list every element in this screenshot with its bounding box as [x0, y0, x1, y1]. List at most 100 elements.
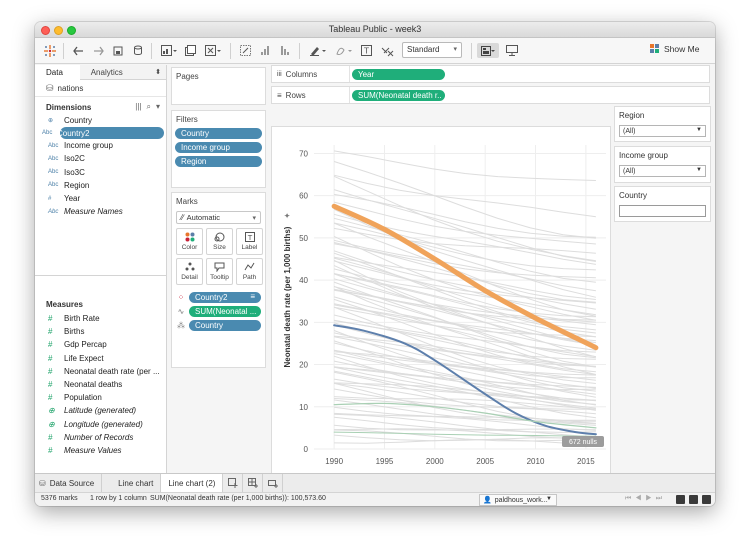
data-source-tab[interactable]: ⛁ Data Source: [35, 474, 103, 492]
columns-pill-year[interactable]: Year: [352, 68, 445, 80]
show-tabs-icon[interactable]: [702, 495, 711, 504]
title-bar: Tableau Public - week3: [35, 22, 715, 38]
rows-pill-neonatal[interactable]: SUM(Neonatal death r..: [352, 89, 445, 101]
filters-card[interactable]: Filters Country Income group Region: [171, 110, 266, 188]
new-worksheet-icon[interactable]: [159, 43, 179, 58]
filter-pill-country[interactable]: Country: [175, 128, 262, 139]
clear-sheet-icon[interactable]: [203, 43, 223, 58]
view-toggle-icon[interactable]: |||: [135, 102, 141, 112]
measure-field[interactable]: # Neonatal death rate (per ...: [35, 365, 166, 378]
swap-rows-columns-icon[interactable]: [238, 43, 252, 58]
sort-ascending-icon[interactable]: [258, 43, 272, 58]
filter-pill-income-group[interactable]: Income group: [175, 142, 262, 153]
show-sheet-sorter-icon[interactable]: [676, 495, 685, 504]
marks-count: 5376 marks: [41, 495, 78, 502]
rows-shelf[interactable]: ≡ Rows SUM(Neonatal death r..: [271, 86, 710, 104]
sheet-navigation-arrows[interactable]: ⏮◀▶⏭: [625, 495, 666, 503]
dimension-field[interactable]: Abc Country2: [42, 127, 164, 140]
search-icon[interactable]: ⌕: [147, 102, 151, 112]
measure-field[interactable]: ⊕ Longitude (generated): [35, 418, 166, 431]
presentation-cards-icon[interactable]: [477, 43, 499, 58]
measure-field[interactable]: # Births: [35, 325, 166, 338]
presentation-mode-icon[interactable]: [505, 43, 519, 58]
background-series-line[interactable]: [334, 150, 596, 181]
sheet-tab-active[interactable]: Line chart (2): [161, 474, 224, 492]
abc-icon: Abc: [48, 169, 59, 176]
measure-field-label: Latitude (generated): [64, 406, 137, 416]
measure-field[interactable]: # Number of Records: [35, 431, 166, 444]
new-story-icon[interactable]: [263, 474, 284, 492]
save-icon[interactable]: [111, 43, 125, 58]
dimensions-title: Dimensions: [46, 102, 92, 112]
chevron-down-icon: ▾: [252, 215, 256, 222]
measure-field[interactable]: # Population: [35, 391, 166, 404]
redo-icon[interactable]: [91, 43, 105, 58]
tooltip-label: Tooltip: [210, 274, 229, 281]
svg-text:T: T: [363, 47, 369, 56]
new-data-source-icon[interactable]: [131, 43, 145, 58]
tableau-logo-icon[interactable]: [43, 43, 57, 58]
country-filter-input[interactable]: [619, 205, 706, 217]
tab-analytics[interactable]: Analytics ⬍: [80, 65, 166, 80]
show-mark-labels-icon[interactable]: T: [359, 43, 373, 58]
fix-axes-icon[interactable]: [379, 43, 395, 58]
dimension-field[interactable]: Abc Income group: [35, 139, 166, 152]
undo-icon[interactable]: [71, 43, 85, 58]
mark-pill-sum-neonatal[interactable]: SUM(Neonatal ...: [189, 305, 261, 317]
duplicate-sheet-icon[interactable]: [183, 43, 197, 58]
dimension-field[interactable]: Abc Region: [35, 179, 166, 192]
show-filmstrip-icon[interactable]: [689, 495, 698, 504]
background-series-line[interactable]: [333, 314, 596, 358]
background-series-line[interactable]: [333, 222, 596, 271]
sheet-tab[interactable]: Line chart: [102, 474, 162, 492]
rows-icon: ≡: [277, 90, 282, 100]
chart-view[interactable]: 0 10 20 30 40 50 60 70 1990 1995 2000 2005 2010 2015 N…: [271, 126, 611, 491]
measure-field[interactable]: # Neonatal deaths: [35, 378, 166, 391]
dimension-field-label: Country: [64, 116, 93, 126]
fit-size-select[interactable]: Standard ▾: [402, 42, 462, 58]
dimension-field[interactable]: Abc Iso3C: [35, 166, 166, 179]
dimension-field-label: Measure Names: [64, 207, 123, 217]
data-pane: Data Analytics ⬍ ⛁ nations Dimensions ||…: [35, 65, 167, 473]
group-members-icon[interactable]: [333, 43, 355, 58]
menu-caret-icon[interactable]: ▾: [156, 102, 160, 112]
detail-button[interactable]: Detail: [176, 258, 203, 285]
mark-type-select[interactable]: ⁄∕ Automatic ▾: [176, 211, 261, 224]
label-label: Label: [241, 244, 258, 251]
label-button[interactable]: T Label: [236, 228, 263, 255]
dimension-field[interactable]: ⊕ Country: [35, 114, 166, 127]
measure-field[interactable]: # Measure Values: [35, 444, 166, 457]
show-me-button[interactable]: Show Me: [650, 44, 699, 54]
measure-field[interactable]: ⊕ Latitude (generated): [35, 404, 166, 417]
user-menu[interactable]: 👤 paldhous_work... ▼: [479, 494, 557, 506]
path-button[interactable]: Path: [236, 258, 263, 285]
color-button[interactable]: Color: [176, 228, 203, 255]
sort-descending-icon[interactable]: [278, 43, 292, 58]
mark-pill-country2-label: Country2: [195, 292, 228, 302]
columns-shelf[interactable]: iii Columns Year: [271, 65, 710, 83]
pages-card[interactable]: Pages: [171, 67, 266, 105]
line-chart[interactable]: 0 10 20 30 40 50 60 70 1990 1995 2000 2005 2010 2015 N…: [272, 127, 610, 490]
background-series-line[interactable]: [333, 175, 596, 262]
tooltip-button[interactable]: Tooltip: [206, 258, 233, 285]
measure-field[interactable]: # Gdp Percap: [35, 338, 166, 351]
new-worksheet-icon[interactable]: [223, 474, 244, 492]
data-source-item[interactable]: ⛁ nations: [35, 80, 166, 97]
mark-pill-country[interactable]: Country: [189, 319, 261, 331]
size-button[interactable]: Size: [206, 228, 233, 255]
measure-field[interactable]: # Life Expect: [35, 352, 166, 365]
mark-pill-country2[interactable]: Country2 ≡: [189, 291, 261, 303]
region-filter-select[interactable]: (All) ▼: [619, 125, 706, 137]
measure-field-label: Neonatal deaths: [64, 380, 123, 390]
highlight-icon[interactable]: [307, 43, 329, 58]
dimension-field[interactable]: Abc Measure Names: [35, 205, 166, 218]
hash-icon: #: [48, 432, 53, 442]
income-group-filter-select[interactable]: (All) ▼: [619, 165, 706, 177]
new-dashboard-icon[interactable]: [243, 474, 264, 492]
filter-pill-region[interactable]: Region: [175, 156, 262, 167]
dimension-field[interactable]: # Year: [35, 192, 166, 205]
measure-field[interactable]: # Birth Rate: [35, 312, 166, 325]
dimension-field[interactable]: Abc Iso2C: [35, 152, 166, 165]
tab-data[interactable]: Data: [35, 65, 80, 80]
background-series-line[interactable]: [334, 193, 596, 238]
